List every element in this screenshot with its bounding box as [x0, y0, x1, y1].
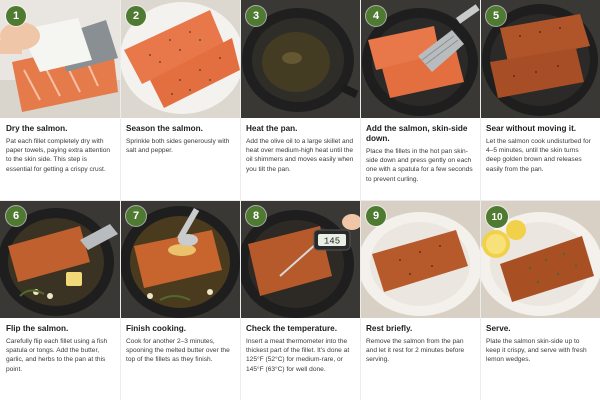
step-description: Sprinkle both sides generously with salt… — [126, 138, 230, 155]
step-title: Serve. — [486, 324, 511, 333]
step-description: Insert a meat thermometer into the thick… — [246, 338, 350, 373]
step-description: Pat each fillet completely dry with pape… — [6, 138, 111, 173]
step-number-badge: 3 — [246, 6, 266, 26]
step-photo-flip-salmon: 6 — [0, 200, 120, 318]
step-photo-season-salmon: 2 — [120, 0, 240, 118]
step-photo-add-salmon: 4 — [360, 0, 480, 118]
recipe-step-grid: 1 Dry the salmon. Pat each fillet comple… — [0, 0, 600, 400]
step-photo-rest-salmon: 9 — [360, 200, 480, 318]
step-card-7: 7 Finish cooking. Cook for another 2–3 m… — [120, 200, 240, 400]
step-card-8: 145 8 Check the temperature. Insert a me… — [240, 200, 360, 400]
step-title: Flip the salmon. — [6, 324, 69, 333]
step-title: Sear without moving it. — [486, 124, 577, 133]
step-card-10: 10 Serve. Plate the salmon skin-side up … — [480, 200, 600, 400]
step-description: Let the salmon cook undisturbed for 4–5 … — [486, 138, 591, 173]
step-description: Carefully flip each fillet using a fish … — [6, 338, 108, 373]
step-card-2: 2 Season the salmon. Sprinkle both sides… — [120, 0, 240, 200]
step-description: Remove the salmon from the pan and let i… — [366, 338, 465, 364]
step-number-badge: 1 — [6, 6, 26, 26]
step-number-badge: 2 — [126, 6, 146, 26]
thermometer-reading: 145 — [324, 237, 340, 247]
step-card-5: 5 Sear without moving it. Let the salmon… — [480, 0, 600, 200]
step-number-badge: 8 — [246, 206, 266, 226]
step-card-1: 1 Dry the salmon. Pat each fillet comple… — [0, 0, 120, 200]
step-number-badge: 4 — [366, 6, 386, 26]
step-number-badge: 6 — [6, 206, 26, 226]
step-card-4: 4 Add the salmon, skin-side down. Place … — [360, 0, 480, 200]
step-description: Add the olive oil to a large skillet and… — [246, 138, 354, 173]
step-photo-serve-salmon: 10 — [480, 200, 600, 318]
step-description: Plate the salmon skin-side up to keep it… — [486, 338, 587, 364]
step-title: Check the temperature. — [246, 324, 338, 333]
step-card-6: 6 Flip the salmon. Carefully flip each f… — [0, 200, 120, 400]
step-photo-finish-cooking: 7 — [120, 200, 240, 318]
step-photo-check-temperature: 145 8 — [240, 200, 360, 318]
step-title: Dry the salmon. — [6, 124, 68, 133]
step-number-badge: 5 — [486, 6, 506, 26]
step-description: Place the fillets in the hot pan skin-si… — [366, 148, 473, 183]
step-number-badge: 9 — [366, 206, 386, 226]
step-number-badge: 10 — [486, 206, 508, 228]
step-photo-heat-pan: 3 — [240, 0, 360, 118]
step-photo-sear-salmon: 5 — [480, 0, 600, 118]
step-title: Heat the pan. — [246, 124, 298, 133]
step-description: Cook for another 2–3 minutes, spooning t… — [126, 338, 230, 364]
step-title: Rest briefly. — [366, 324, 413, 333]
step-photo-dry-salmon: 1 — [0, 0, 120, 118]
step-number-badge: 7 — [126, 206, 146, 226]
step-title: Season the salmon. — [126, 124, 203, 133]
step-card-3: 3 Heat the pan. Add the olive oil to a l… — [240, 0, 360, 200]
step-title: Add the salmon, skin-side down. — [366, 124, 468, 143]
step-card-9: 9 Rest briefly. Remove the salmon from t… — [360, 200, 480, 400]
step-title: Finish cooking. — [126, 324, 187, 333]
row-divider — [0, 200, 600, 201]
